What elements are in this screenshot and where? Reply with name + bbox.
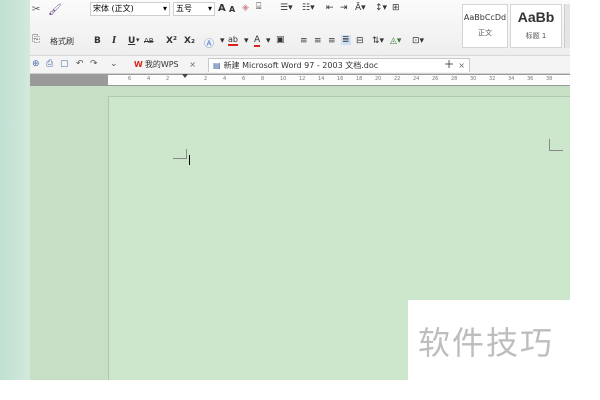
chevron-down-icon[interactable]: ▾ <box>136 36 140 44</box>
char-shading-icon[interactable]: ▣ <box>276 35 285 45</box>
document-tab-bar: ⊕ ⎙ ▢ ↶ ↷ ⌄ W 我的WPS × ▤ 新建 Microsoft Word … <box>30 56 570 74</box>
font-name-select[interactable]: 宋体 (正文) ▾ <box>90 2 170 16</box>
margin-corner-top-right <box>549 139 563 151</box>
bullet-list-icon[interactable]: ☰▾ <box>280 3 293 13</box>
style-normal-caption: 正文 <box>478 29 492 37</box>
ribbon-toolbar: ✂ 🖌 ⎘ 格式刷 宋体 (正文) ▾ 五号 ▾ A A ◈ ⌸ ☰▾ ☷▾ ⇤… <box>30 0 570 56</box>
word-doc-icon: ▤ <box>213 61 221 70</box>
ruler-tick-label: 28 <box>451 76 458 82</box>
clear-format-icon[interactable]: ◈ <box>242 3 249 13</box>
grow-font-button[interactable]: A <box>218 3 226 14</box>
table-icon[interactable]: ⊞ <box>392 3 400 13</box>
numbered-list-icon[interactable]: ☷▾ <box>302 3 315 13</box>
tab-document[interactable]: ▤ 新建 Microsoft Word 97 - 2003 文档.doc × <box>208 58 470 72</box>
ruler-tick-label: 4 <box>147 76 151 82</box>
ruler-tick-label: 2 <box>166 76 170 82</box>
left-panel-gradient <box>0 0 30 380</box>
chevron-down-icon[interactable]: ▾ <box>220 36 225 46</box>
style-heading1-card[interactable]: AaBb 标题 1 <box>510 4 562 48</box>
tab-my-wps[interactable]: W 我的WPS × <box>130 58 200 72</box>
horizontal-ruler[interactable]: 6 4 2 2 4 6 8 10 12 14 16 18 20 22 24 26 28 30 32 34 36 38 <box>108 74 570 85</box>
align-right-icon[interactable]: ≡ <box>328 36 336 46</box>
chevron-down-icon: ▾ <box>207 4 212 13</box>
close-icon[interactable]: × <box>458 59 465 73</box>
sort-icon[interactable]: ↕▾ <box>375 3 387 13</box>
customize-icon[interactable]: ⌄ <box>110 59 118 69</box>
font-color-button[interactable]: A <box>254 35 261 47</box>
style-heading-caption: 标题 1 <box>525 32 547 40</box>
style-normal-card[interactable]: AaBbCcDd 正文 <box>462 4 508 48</box>
text-cursor <box>189 155 190 165</box>
underline-button[interactable]: U <box>128 36 135 46</box>
ruler-tick-label: 20 <box>375 76 382 82</box>
decrease-indent-icon[interactable]: ⇤ <box>326 3 334 13</box>
ruler-tick-label: 36 <box>527 76 534 82</box>
format-painter-button[interactable]: 格式刷 <box>50 36 74 47</box>
wps-logo-icon: W <box>134 60 143 69</box>
undo-icon[interactable]: ↶ <box>76 59 84 69</box>
save-icon[interactable]: ⊕ <box>32 59 40 69</box>
shading-icon[interactable]: ◬▾ <box>390 36 401 46</box>
pinyin-icon[interactable]: ⌸ <box>256 2 261 12</box>
watermark-text: 软件技巧 <box>418 324 555 362</box>
bold-button[interactable]: B <box>94 36 101 46</box>
margin-corner-top-left <box>173 149 187 159</box>
ruler-tick-label: 2 <box>204 76 208 82</box>
distribute-icon[interactable]: ⊟ <box>356 36 364 46</box>
copy-icon[interactable]: ⎘ <box>32 34 40 45</box>
tab-my-wps-label: 我的WPS <box>144 60 179 69</box>
ruler-tick-label: 38 <box>546 76 553 82</box>
print-icon[interactable]: ⎙ <box>46 59 53 69</box>
strikethrough-button[interactable]: AB <box>144 37 154 45</box>
ruler-tick-label: 16 <box>337 76 344 82</box>
increase-indent-icon[interactable]: ⇥ <box>340 3 348 13</box>
chevron-down-icon[interactable]: ▾ <box>266 36 271 46</box>
align-left-icon[interactable]: ≡ <box>300 36 308 46</box>
new-tab-button[interactable]: + <box>444 57 454 71</box>
indent-marker[interactable] <box>182 74 188 78</box>
line-spacing-icon[interactable]: ⇅▾ <box>372 36 384 46</box>
ruler-tick-label: 10 <box>280 76 287 82</box>
ruler-tick-label: 32 <box>489 76 496 82</box>
ruler-tick-label: 18 <box>356 76 363 82</box>
chevron-down-icon: ▾ <box>162 4 167 13</box>
ruler-tick-label: 6 <box>128 76 132 82</box>
ruler-tick-label: 34 <box>508 76 515 82</box>
ruler-tick-label: 26 <box>432 76 439 82</box>
font-size-value: 五号 <box>176 4 192 13</box>
italic-button[interactable]: I <box>112 36 116 46</box>
ruler-tick-label: 30 <box>470 76 477 82</box>
styles-scrollbar[interactable] <box>564 4 570 48</box>
chevron-down-icon[interactable]: ▾ <box>244 36 249 46</box>
border-icon[interactable]: ⊡▾ <box>412 36 424 46</box>
shrink-font-button[interactable]: A <box>229 5 235 14</box>
ruler-tick-label: 8 <box>261 76 265 82</box>
style-heading-sample: AaBb <box>517 9 555 25</box>
ruler-tick-label: 12 <box>299 76 306 82</box>
ruler-tick-label: 6 <box>242 76 246 82</box>
redo-icon[interactable]: ↷ <box>90 59 98 69</box>
text-direction-icon[interactable]: Ā▾ <box>355 3 366 13</box>
font-size-select[interactable]: 五号 ▾ <box>173 2 215 16</box>
ruler-tick-label: 22 <box>394 76 401 82</box>
subscript-button[interactable]: X₂ <box>184 36 195 46</box>
font-name-value: 宋体 (正文) <box>93 4 134 13</box>
superscript-button[interactable]: X² <box>166 36 177 46</box>
text-effect-icon[interactable]: Ⓐ <box>204 35 214 50</box>
cut-icon[interactable]: ✂ <box>32 4 40 15</box>
justify-icon[interactable]: ≣ <box>341 35 351 45</box>
close-icon[interactable]: × <box>189 60 196 69</box>
tab-document-label: 新建 Microsoft Word 97 - 2003 文档.doc <box>223 61 379 70</box>
highlight-button[interactable]: ab <box>228 35 238 46</box>
brush-icon[interactable]: 🖌 <box>48 3 62 16</box>
preview-icon[interactable]: ▢ <box>60 59 69 69</box>
ruler-tick-label: 14 <box>318 76 325 82</box>
style-normal-sample: AaBbCcDd <box>463 13 507 22</box>
ruler-tick-label: 24 <box>413 76 420 82</box>
ruler-tick-label: 4 <box>223 76 227 82</box>
align-center-icon[interactable]: ≡ <box>314 36 322 46</box>
